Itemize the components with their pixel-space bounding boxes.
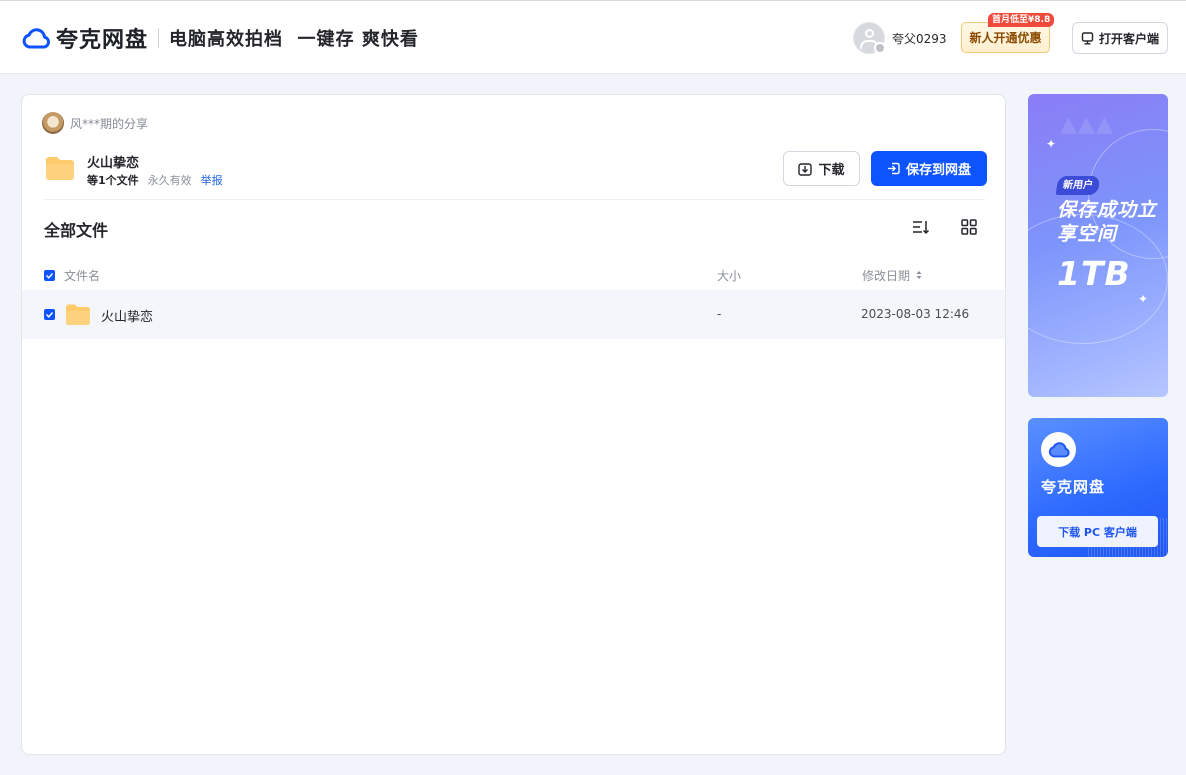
promo-price-tag: 首月低至¥8.8 — [988, 13, 1055, 27]
download-icon — [798, 162, 813, 176]
column-modified[interactable]: 修改日期 — [862, 267, 910, 284]
folder-icon — [66, 304, 90, 325]
logo-divider — [158, 28, 160, 48]
download-button[interactable]: 下载 — [783, 151, 860, 186]
table-row[interactable]: 火山挚恋 - 2023-08-03 12:46 — [22, 290, 1005, 339]
monitor-icon — [1081, 31, 1094, 45]
file-name[interactable]: 火山挚恋 — [101, 306, 153, 325]
share-folder-name: 火山挚恋 — [87, 156, 140, 171]
watermark-logo: ▲▲▲ — [1060, 112, 1114, 137]
ad-highlight: 1TB — [1057, 254, 1131, 293]
promo-banner-1tb[interactable]: ▲▲▲ ✦ ✦ 新用户 保存成功立享空间 1TB — [1028, 94, 1168, 397]
sparkle-icon: ✦ — [1138, 292, 1149, 306]
sparkle-icon: ✦ — [1046, 137, 1057, 151]
sort-icon[interactable] — [911, 218, 931, 236]
grid-view-icon[interactable] — [960, 218, 978, 236]
client-download-banner[interactable]: 夸克网盘 下载 PC 客户端 — [1028, 418, 1168, 557]
save-to-drive-button[interactable]: 保存到网盘 — [871, 151, 987, 186]
report-link[interactable]: 举报 — [201, 172, 223, 188]
share-meta: 等1个文件 永久有效 举报 — [87, 172, 223, 188]
sort-toggle-icon[interactable] — [916, 270, 922, 280]
file-modified: 2023-08-03 12:46 — [861, 307, 970, 321]
new-user-badge: 新用户 — [1055, 176, 1101, 195]
save-label: 保存到网盘 — [905, 163, 971, 178]
open-client-label: 打开客户端 — [1098, 31, 1159, 46]
divider — [44, 199, 985, 200]
folder-icon — [46, 157, 74, 180]
open-client-button[interactable]: 打开客户端 — [1072, 22, 1168, 54]
ad-brand-name: 夸克网盘 — [1041, 478, 1106, 496]
download-pc-client-button[interactable]: 下载 PC 客户端 — [1037, 516, 1158, 547]
avatar[interactable] — [853, 22, 886, 54]
column-size: 大小 — [717, 269, 742, 283]
cloud-logo-icon — [1041, 432, 1076, 467]
download-label: 下载 — [818, 163, 845, 178]
user-menu[interactable]: 夸父0293 — [853, 22, 947, 54]
validity: 永久有效 — [147, 174, 192, 187]
ad-title: 保存成功立享空间 — [1057, 199, 1158, 245]
row-checkbox[interactable] — [44, 309, 55, 320]
check-icon — [46, 273, 54, 279]
select-all-checkbox[interactable] — [44, 270, 55, 281]
section-title: 全部文件 — [44, 221, 109, 240]
brand-logo[interactable]: 夸克网盘 电脑高效拍档 一键存 爽快看 — [22, 23, 419, 53]
sharer-info: 风***期的分享 — [42, 112, 148, 134]
sharer-label: 风***期的分享 — [70, 116, 149, 131]
table-header: 文件名 大小 修改日期 — [22, 258, 1005, 290]
share-panel: 风***期的分享 火山挚恋 等1个文件 永久有效 举报 下载 保存到网盘 全部文… — [21, 94, 1006, 755]
top-header: 夸克网盘 电脑高效拍档 一键存 爽快看 夸父0293 新人开通优惠 首月低至¥8… — [0, 0, 1186, 74]
download-pc-label: 下载 PC 客户端 — [1058, 525, 1137, 539]
save-icon — [887, 162, 900, 175]
column-name: 文件名 — [64, 269, 101, 283]
check-icon — [46, 312, 54, 318]
user-badge-icon — [874, 42, 886, 54]
brand-name: 夸克网盘 — [56, 28, 149, 53]
promo-label: 新人开通优惠 — [969, 31, 1042, 45]
sharer-avatar — [42, 112, 64, 134]
file-count: 等1个文件 — [87, 174, 139, 187]
cloud-logo-icon — [22, 28, 50, 49]
brand-slogan: 电脑高效拍档 一键存 爽快看 — [169, 29, 419, 50]
username[interactable]: 夸父0293 — [892, 30, 947, 47]
file-size: - — [717, 307, 722, 321]
